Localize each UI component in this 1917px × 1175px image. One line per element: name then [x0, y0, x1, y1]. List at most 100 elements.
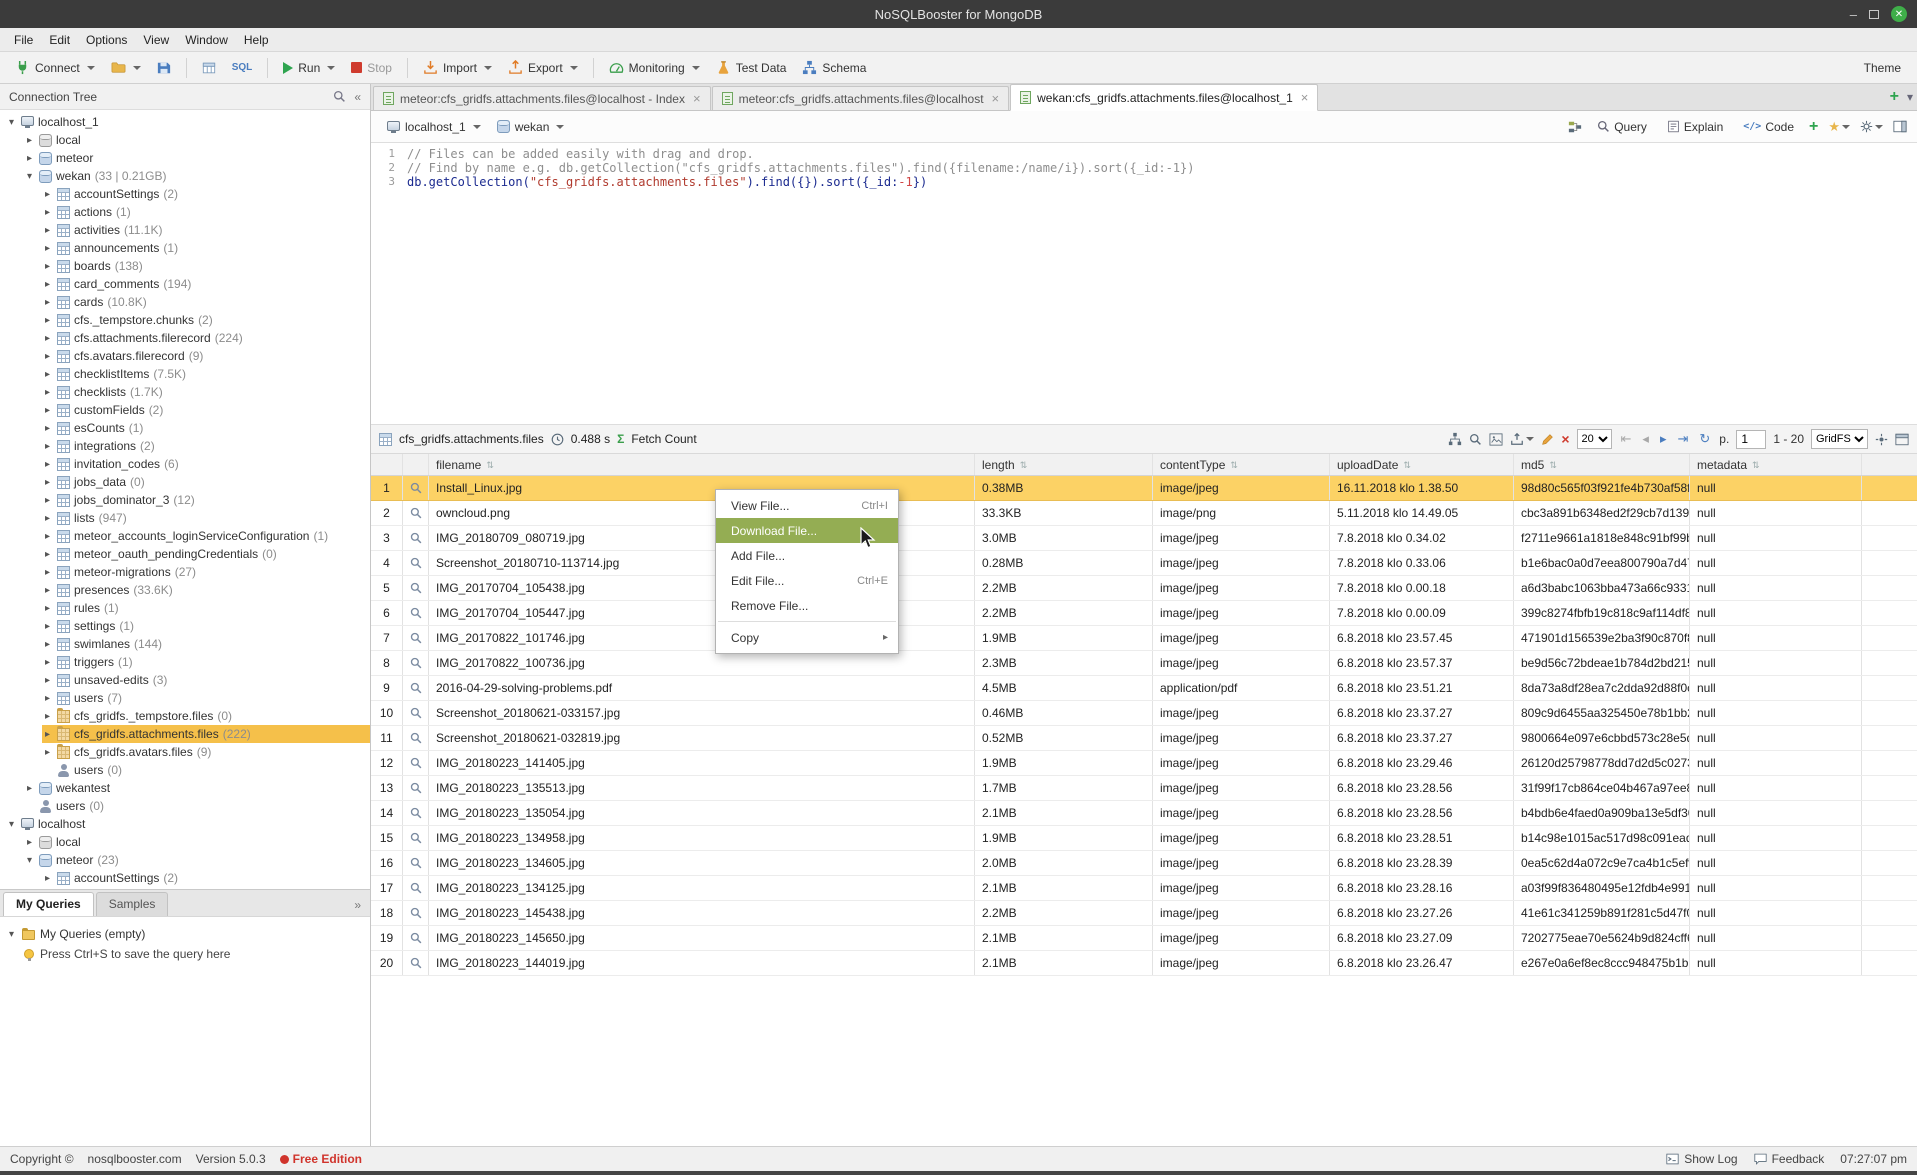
- tab-list-icon[interactable]: ▾: [1907, 90, 1913, 104]
- expander-icon[interactable]: ▸: [24, 837, 35, 848]
- sort-icon[interactable]: [1020, 454, 1028, 475]
- tree-item[interactable]: users (0): [0, 797, 370, 815]
- breadcrumb-connection[interactable]: localhost_1: [381, 117, 487, 137]
- length-cell[interactable]: 33.3KB: [975, 501, 1153, 525]
- filename-cell[interactable]: IMG_20180223_141405.jpg: [429, 751, 975, 775]
- query-editor[interactable]: 1 // Files can be added easily with drag…: [371, 143, 1917, 425]
- tree-item[interactable]: ▸ announcements (1): [0, 239, 370, 257]
- expand-panel-icon[interactable]: [1895, 433, 1909, 446]
- filename-cell[interactable]: Screenshot_20180621-033157.jpg: [429, 701, 975, 725]
- metadata-cell[interactable]: null: [1690, 776, 1862, 800]
- tree-item[interactable]: ▸ unsaved-edits (3): [0, 671, 370, 689]
- table-row[interactable]: 6 IMG_20170704_105447.jpg 2.2MB image/jp…: [371, 601, 1917, 626]
- preview-cell[interactable]: [403, 801, 429, 825]
- md5-cell[interactable]: 41e61c341259b891f281c5d47f0: [1514, 901, 1690, 925]
- tree-item[interactable]: ▾ localhost: [0, 815, 370, 833]
- menu-item[interactable]: Edit: [41, 29, 78, 51]
- filename-cell[interactable]: IMG_20180223_145438.jpg: [429, 901, 975, 925]
- filename-cell[interactable]: IMG_20170822_100736.jpg: [429, 651, 975, 675]
- tree-item[interactable]: users (0): [0, 761, 370, 779]
- expander-icon[interactable]: ▸: [42, 675, 53, 686]
- preview-cell[interactable]: [403, 776, 429, 800]
- length-cell[interactable]: 0.52MB: [975, 726, 1153, 750]
- tree-item[interactable]: ▸ meteor: [0, 149, 370, 167]
- tree-item[interactable]: ▸ cfs_gridfs.attachments.files (222): [0, 725, 370, 743]
- metadata-cell[interactable]: null: [1690, 676, 1862, 700]
- tree-item[interactable]: ▸ actions (1): [0, 203, 370, 221]
- tree-item[interactable]: ▸ invitation_codes (6): [0, 455, 370, 473]
- metadata-cell[interactable]: null: [1690, 501, 1862, 525]
- column-header[interactable]: contentType: [1153, 454, 1330, 475]
- page-input[interactable]: [1736, 430, 1766, 449]
- tree-item[interactable]: ▸ cfs._tempstore.chunks (2): [0, 311, 370, 329]
- expander-icon[interactable]: ▸: [42, 189, 53, 200]
- tree-item[interactable]: ▸ triggers (1): [0, 653, 370, 671]
- free-edition-badge[interactable]: Free Edition: [280, 1152, 362, 1166]
- fetch-count-button[interactable]: Fetch Count: [631, 432, 696, 446]
- table-row[interactable]: 17 IMG_20180223_134125.jpg 2.1MB image/j…: [371, 876, 1917, 901]
- sort-icon[interactable]: [1752, 454, 1760, 475]
- md5-cell[interactable]: b1e6bac0a0d7eea800790a7d47: [1514, 551, 1690, 575]
- expander-icon[interactable]: ▸: [42, 477, 53, 488]
- upload-date-cell[interactable]: 7.8.2018 klo 0.00.18: [1330, 576, 1514, 600]
- expander-icon[interactable]: ▸: [24, 783, 35, 794]
- metadata-cell[interactable]: null: [1690, 601, 1862, 625]
- upload-date-cell[interactable]: 5.11.2018 klo 14.49.05: [1330, 501, 1514, 525]
- stop-button[interactable]: Stop: [344, 57, 399, 79]
- tree-item[interactable]: ▸ jobs_dominator_3 (12): [0, 491, 370, 509]
- menu-item[interactable]: Window: [177, 29, 236, 51]
- favorites-star-icon[interactable]: ★: [1828, 119, 1850, 135]
- expander-icon[interactable]: ▾: [6, 929, 17, 940]
- expander-icon[interactable]: ▸: [42, 279, 53, 290]
- table-row[interactable]: 3 IMG_20180709_080719.jpg 3.0MB image/jp…: [371, 526, 1917, 551]
- tree-item[interactable]: ▾ meteor (23): [0, 851, 370, 869]
- sort-icon[interactable]: [1230, 454, 1238, 475]
- tree-item[interactable]: ▸ cfs_gridfs.avatars.files (9): [0, 743, 370, 761]
- content-type-cell[interactable]: image/jpeg: [1153, 701, 1330, 725]
- table-row[interactable]: 5 IMG_20170704_105438.jpg 2.2MB image/jp…: [371, 576, 1917, 601]
- expander-icon[interactable]: ▸: [42, 513, 53, 524]
- save-button[interactable]: [150, 57, 178, 79]
- expander-icon[interactable]: ▸: [42, 243, 53, 254]
- length-cell[interactable]: 0.28MB: [975, 551, 1153, 575]
- expander-icon[interactable]: ▸: [42, 387, 53, 398]
- content-type-cell[interactable]: image/jpeg: [1153, 526, 1330, 550]
- expander-icon[interactable]: ▸: [42, 441, 53, 452]
- menu-item[interactable]: File: [6, 29, 41, 51]
- md5-cell[interactable]: a03f99f836480495e12fdb4e991: [1514, 876, 1690, 900]
- context-menu-item[interactable]: View File... Ctrl+I: [716, 493, 898, 518]
- tree-item[interactable]: ▸ cards (10.8K): [0, 293, 370, 311]
- table-row[interactable]: 16 IMG_20180223_134605.jpg 2.0MB image/j…: [371, 851, 1917, 876]
- new-tab-icon[interactable]: +: [1890, 89, 1899, 105]
- tree-item[interactable]: ▸ checklistItems (7.5K): [0, 365, 370, 383]
- query-button[interactable]: Query: [1592, 117, 1652, 137]
- expander-icon[interactable]: ▸: [42, 711, 53, 722]
- filename-cell[interactable]: IMG_20180223_134125.jpg: [429, 876, 975, 900]
- edit-document-icon[interactable]: [1541, 433, 1554, 446]
- view-mode-select[interactable]: GridFS: [1811, 429, 1868, 449]
- length-cell[interactable]: 2.2MB: [975, 576, 1153, 600]
- tools-gear-icon[interactable]: [1860, 120, 1883, 133]
- search-result-icon[interactable]: [1469, 433, 1482, 446]
- expander-icon[interactable]: ▸: [42, 333, 53, 344]
- expander-icon[interactable]: ▸: [42, 225, 53, 236]
- tree-item[interactable]: ▸ users (7): [0, 689, 370, 707]
- column-header[interactable]: filename: [429, 454, 975, 475]
- filename-cell[interactable]: Screenshot_20180621-032819.jpg: [429, 726, 975, 750]
- tree-item[interactable]: ▸ local: [0, 131, 370, 149]
- filename-cell[interactable]: IMG_20180223_134605.jpg: [429, 851, 975, 875]
- breadcrumb-database[interactable]: wekan: [491, 117, 571, 137]
- tree-item[interactable]: ▸ swimlanes (144): [0, 635, 370, 653]
- connect-button[interactable]: Connect: [8, 56, 102, 79]
- content-type-cell[interactable]: image/jpeg: [1153, 876, 1330, 900]
- preview-cell[interactable]: [403, 951, 429, 975]
- expander-icon[interactable]: ▾: [6, 819, 17, 830]
- tree-item[interactable]: ▸ card_comments (194): [0, 275, 370, 293]
- tree-item[interactable]: ▸ jobs_data (0): [0, 473, 370, 491]
- add-icon[interactable]: +: [1809, 119, 1818, 135]
- page-size-select[interactable]: 20: [1577, 429, 1612, 449]
- filename-cell[interactable]: IMG_20180223_135054.jpg: [429, 801, 975, 825]
- site-link[interactable]: nosqlbooster.com: [88, 1152, 182, 1166]
- expander-icon[interactable]: ▸: [42, 423, 53, 434]
- metadata-cell[interactable]: null: [1690, 826, 1862, 850]
